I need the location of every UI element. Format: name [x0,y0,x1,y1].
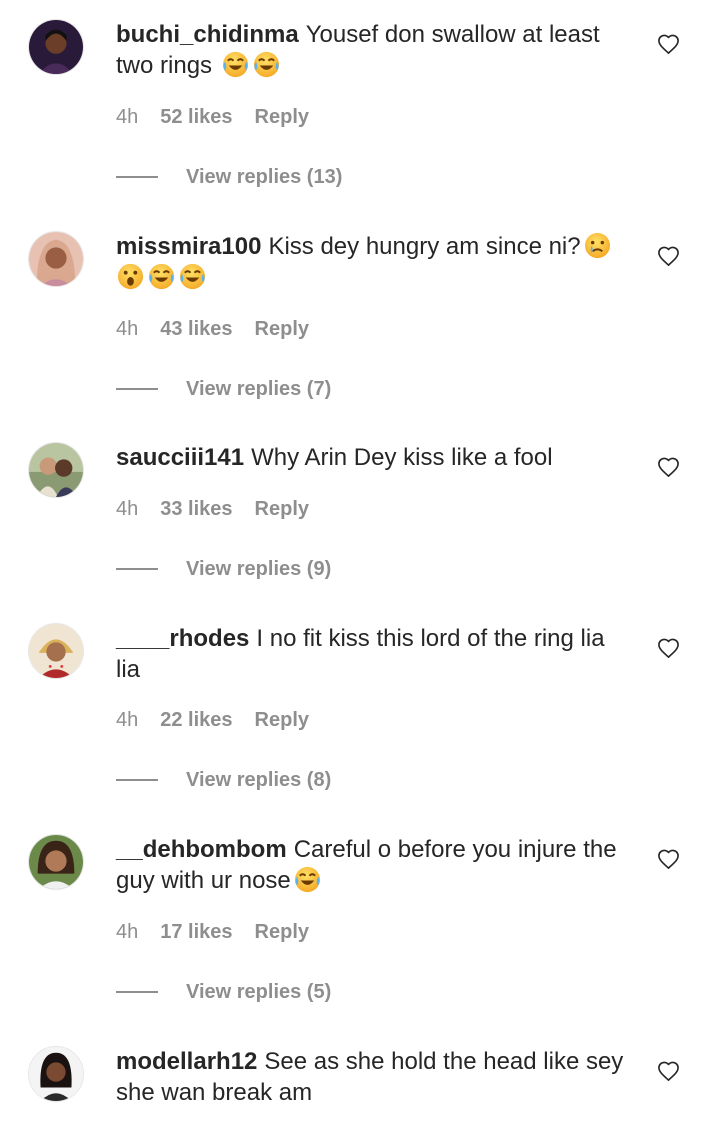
view-replies-button[interactable]: View replies (5) [116,980,331,1004]
view-replies-button[interactable]: View replies (9) [116,557,331,581]
heart-outline-icon[interactable] [657,637,680,660]
avatar[interactable] [28,1046,84,1102]
face-with-tears-of-joy-icon [147,262,176,291]
dark-portrait-avatar [29,20,83,74]
heart-outline-icon[interactable] [657,848,680,871]
face-with-tears-of-joy-icon [178,262,207,291]
face-with-tears-of-joy-icon [293,865,322,894]
comment-meta: 4h 22 likes Reply [116,708,309,732]
comment-time: 4h [116,106,139,128]
crying-face-icon [583,231,612,260]
comment-text: ____rhodes I no fit kiss this lord of the… [116,623,631,685]
comment-meta: 4h 43 likes Reply [116,317,309,341]
comment-meta: 4h 33 likes Reply [116,497,309,521]
reply-button[interactable]: Reply [255,317,309,341]
comment-time: 4h [116,921,139,943]
divider-line [116,778,158,781]
view-replies-button[interactable]: View replies (8) [116,768,331,792]
face-with-tears-of-joy-icon [252,50,281,79]
bride-portrait-avatar [29,624,83,678]
heart-outline-icon[interactable] [657,33,680,56]
comment-text: modellarh12 See as she hold the head like… [116,1046,631,1108]
comment-message: Kiss dey hungry am since ni? [268,233,581,260]
divider-line [116,175,158,178]
reply-button[interactable]: Reply [255,708,309,732]
view-replies-button[interactable]: View replies (7) [116,377,331,401]
face-with-tears-of-joy-icon [221,50,250,79]
comment-username[interactable]: modellarh12 [116,1048,257,1075]
divider-line [116,567,158,570]
comment-likes[interactable]: 17 likes [160,920,232,944]
comment-likes[interactable]: 43 likes [160,317,232,341]
comment-time: 4h [116,498,139,520]
avatar[interactable] [28,231,84,287]
comment-text: missmira100 Kiss dey hungry am since ni? [116,231,631,293]
comment-username[interactable]: ____rhodes [116,625,249,652]
reply-button[interactable]: Reply [255,920,309,944]
comment-username[interactable]: __dehbombom [116,836,287,863]
comment-likes[interactable]: 52 likes [160,105,232,129]
astonished-face-icon [116,262,145,291]
comment-meta: 4h 17 likes Reply [116,920,309,944]
comment-likes[interactable]: 33 likes [160,497,232,521]
heart-outline-icon[interactable] [657,1060,680,1083]
comment-username[interactable]: missmira100 [116,233,261,260]
woman-portrait-avatar [29,835,83,889]
comment-likes[interactable]: 22 likes [160,708,232,732]
pink-portrait-avatar [29,232,83,286]
avatar[interactable] [28,442,84,498]
comment-time: 4h [116,709,139,731]
comment-username[interactable]: buchi_chidinma [116,21,299,48]
view-replies-label: View replies (9) [186,558,332,580]
model-portrait-avatar [29,1047,83,1101]
comment-meta: 4h 52 likes Reply [116,105,309,129]
comment-time: 4h [116,318,139,340]
couple-photo-avatar [29,443,83,497]
comment-text: saucciii141 Why Arin Dey kiss like a fool [116,442,631,473]
heart-outline-icon[interactable] [657,456,680,479]
comment-text: __dehbombom Careful o before you injure t… [116,834,631,896]
view-replies-label: View replies (13) [186,166,343,188]
divider-line [116,990,158,993]
view-replies-label: View replies (5) [186,981,332,1003]
heart-outline-icon[interactable] [657,245,680,268]
reply-button[interactable]: Reply [255,497,309,521]
comment-message: Why Arin Dey kiss like a fool [251,444,553,471]
comment-text: buchi_chidinma Yousef don swallow at leas… [116,19,631,81]
comment-username[interactable]: saucciii141 [116,444,244,471]
avatar[interactable] [28,623,84,679]
view-replies-label: View replies (7) [186,378,332,400]
view-replies-label: View replies (8) [186,769,332,791]
avatar[interactable] [28,834,84,890]
avatar[interactable] [28,19,84,75]
view-replies-button[interactable]: View replies (13) [116,165,342,189]
divider-line [116,387,158,390]
reply-button[interactable]: Reply [255,105,309,129]
